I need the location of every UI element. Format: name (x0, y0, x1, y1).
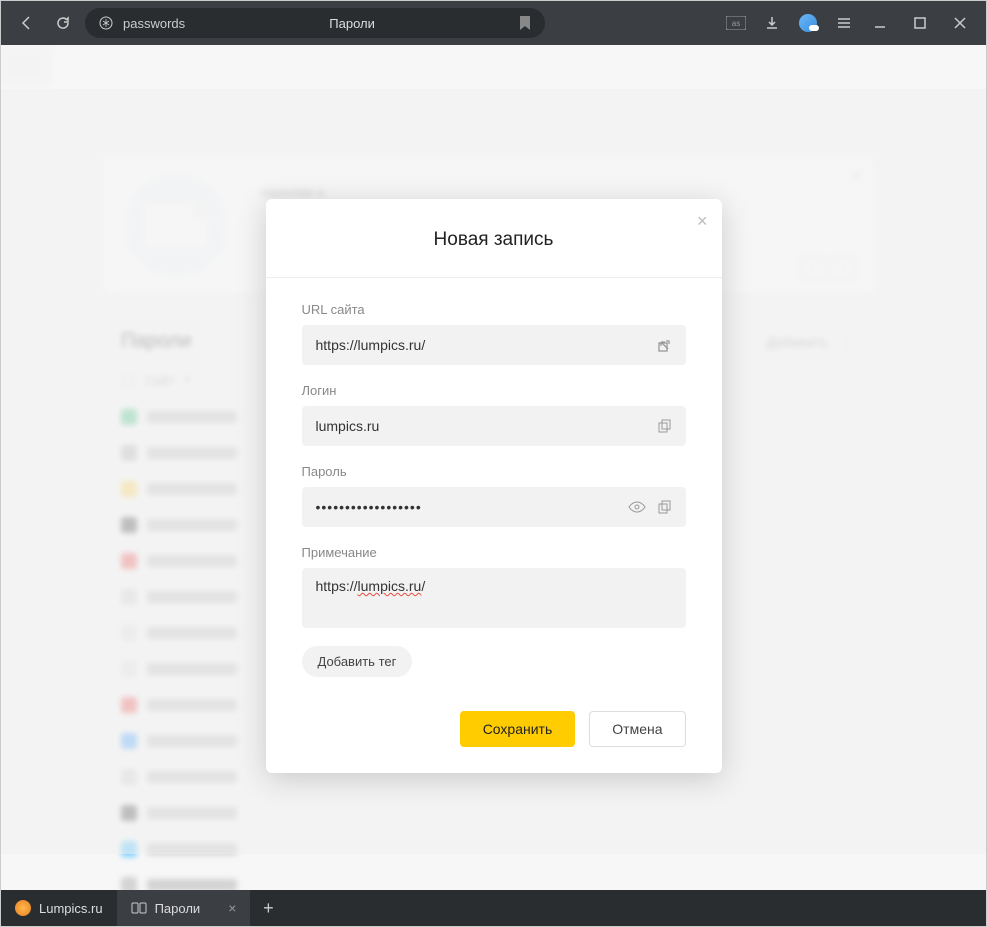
minimize-icon[interactable] (866, 9, 894, 37)
tab-lumpics[interactable]: Lumpics.ru (1, 890, 117, 926)
passwords-favicon-icon (131, 900, 147, 916)
address-bar[interactable]: passwords Пароли (85, 8, 545, 38)
yandex-logo-icon (99, 16, 113, 30)
open-link-icon[interactable] (656, 336, 674, 354)
copy-login-icon[interactable] (656, 417, 674, 435)
login-label: Логин (302, 383, 686, 398)
url-text: passwords (123, 16, 185, 31)
new-entry-dialog: × Новая запись URL сайта Логин (266, 199, 722, 773)
new-tab-button[interactable]: + (250, 890, 286, 926)
browser-toolbar: passwords Пароли as (1, 1, 986, 45)
show-password-icon[interactable] (628, 498, 646, 516)
login-input[interactable] (302, 406, 686, 446)
close-icon[interactable]: × (697, 211, 708, 232)
page-title: Пароли (195, 16, 509, 31)
dialog-title: Новая запись (286, 229, 702, 251)
close-tab-icon[interactable]: × (228, 900, 236, 916)
maximize-icon[interactable] (906, 9, 934, 37)
url-label: URL сайта (302, 302, 686, 317)
page-background: × паролям и ‹› Пароли Добавить ⋮ Сайт ▾ (1, 45, 986, 890)
save-button[interactable]: Сохранить (460, 711, 576, 747)
tab-label: Пароли (155, 901, 201, 916)
menu-icon[interactable] (830, 9, 858, 37)
download-icon[interactable] (758, 9, 786, 37)
bookmark-icon[interactable] (519, 16, 531, 30)
tab-bar: Lumpics.ru Пароли × + (1, 890, 986, 926)
back-icon[interactable] (13, 9, 41, 37)
reload-icon[interactable] (49, 9, 77, 37)
cancel-button[interactable]: Отмена (589, 711, 685, 747)
lastfm-icon[interactable]: as (722, 9, 750, 37)
note-label: Примечание (302, 545, 686, 560)
modal-overlay: × Новая запись URL сайта Логин (1, 89, 986, 854)
copy-password-icon[interactable] (656, 498, 674, 516)
password-label: Пароль (302, 464, 686, 479)
lumpics-favicon-icon (15, 900, 31, 916)
tab-label: Lumpics.ru (39, 901, 103, 916)
tab-passwords[interactable]: Пароли × (117, 890, 251, 926)
weather-icon[interactable] (794, 9, 822, 37)
url-input[interactable] (302, 325, 686, 365)
close-window-icon[interactable] (946, 9, 974, 37)
add-tag-button[interactable]: Добавить тег (302, 646, 413, 677)
svg-text:as: as (732, 19, 740, 28)
note-input[interactable]: https://lumpics.ru/ (302, 568, 686, 628)
